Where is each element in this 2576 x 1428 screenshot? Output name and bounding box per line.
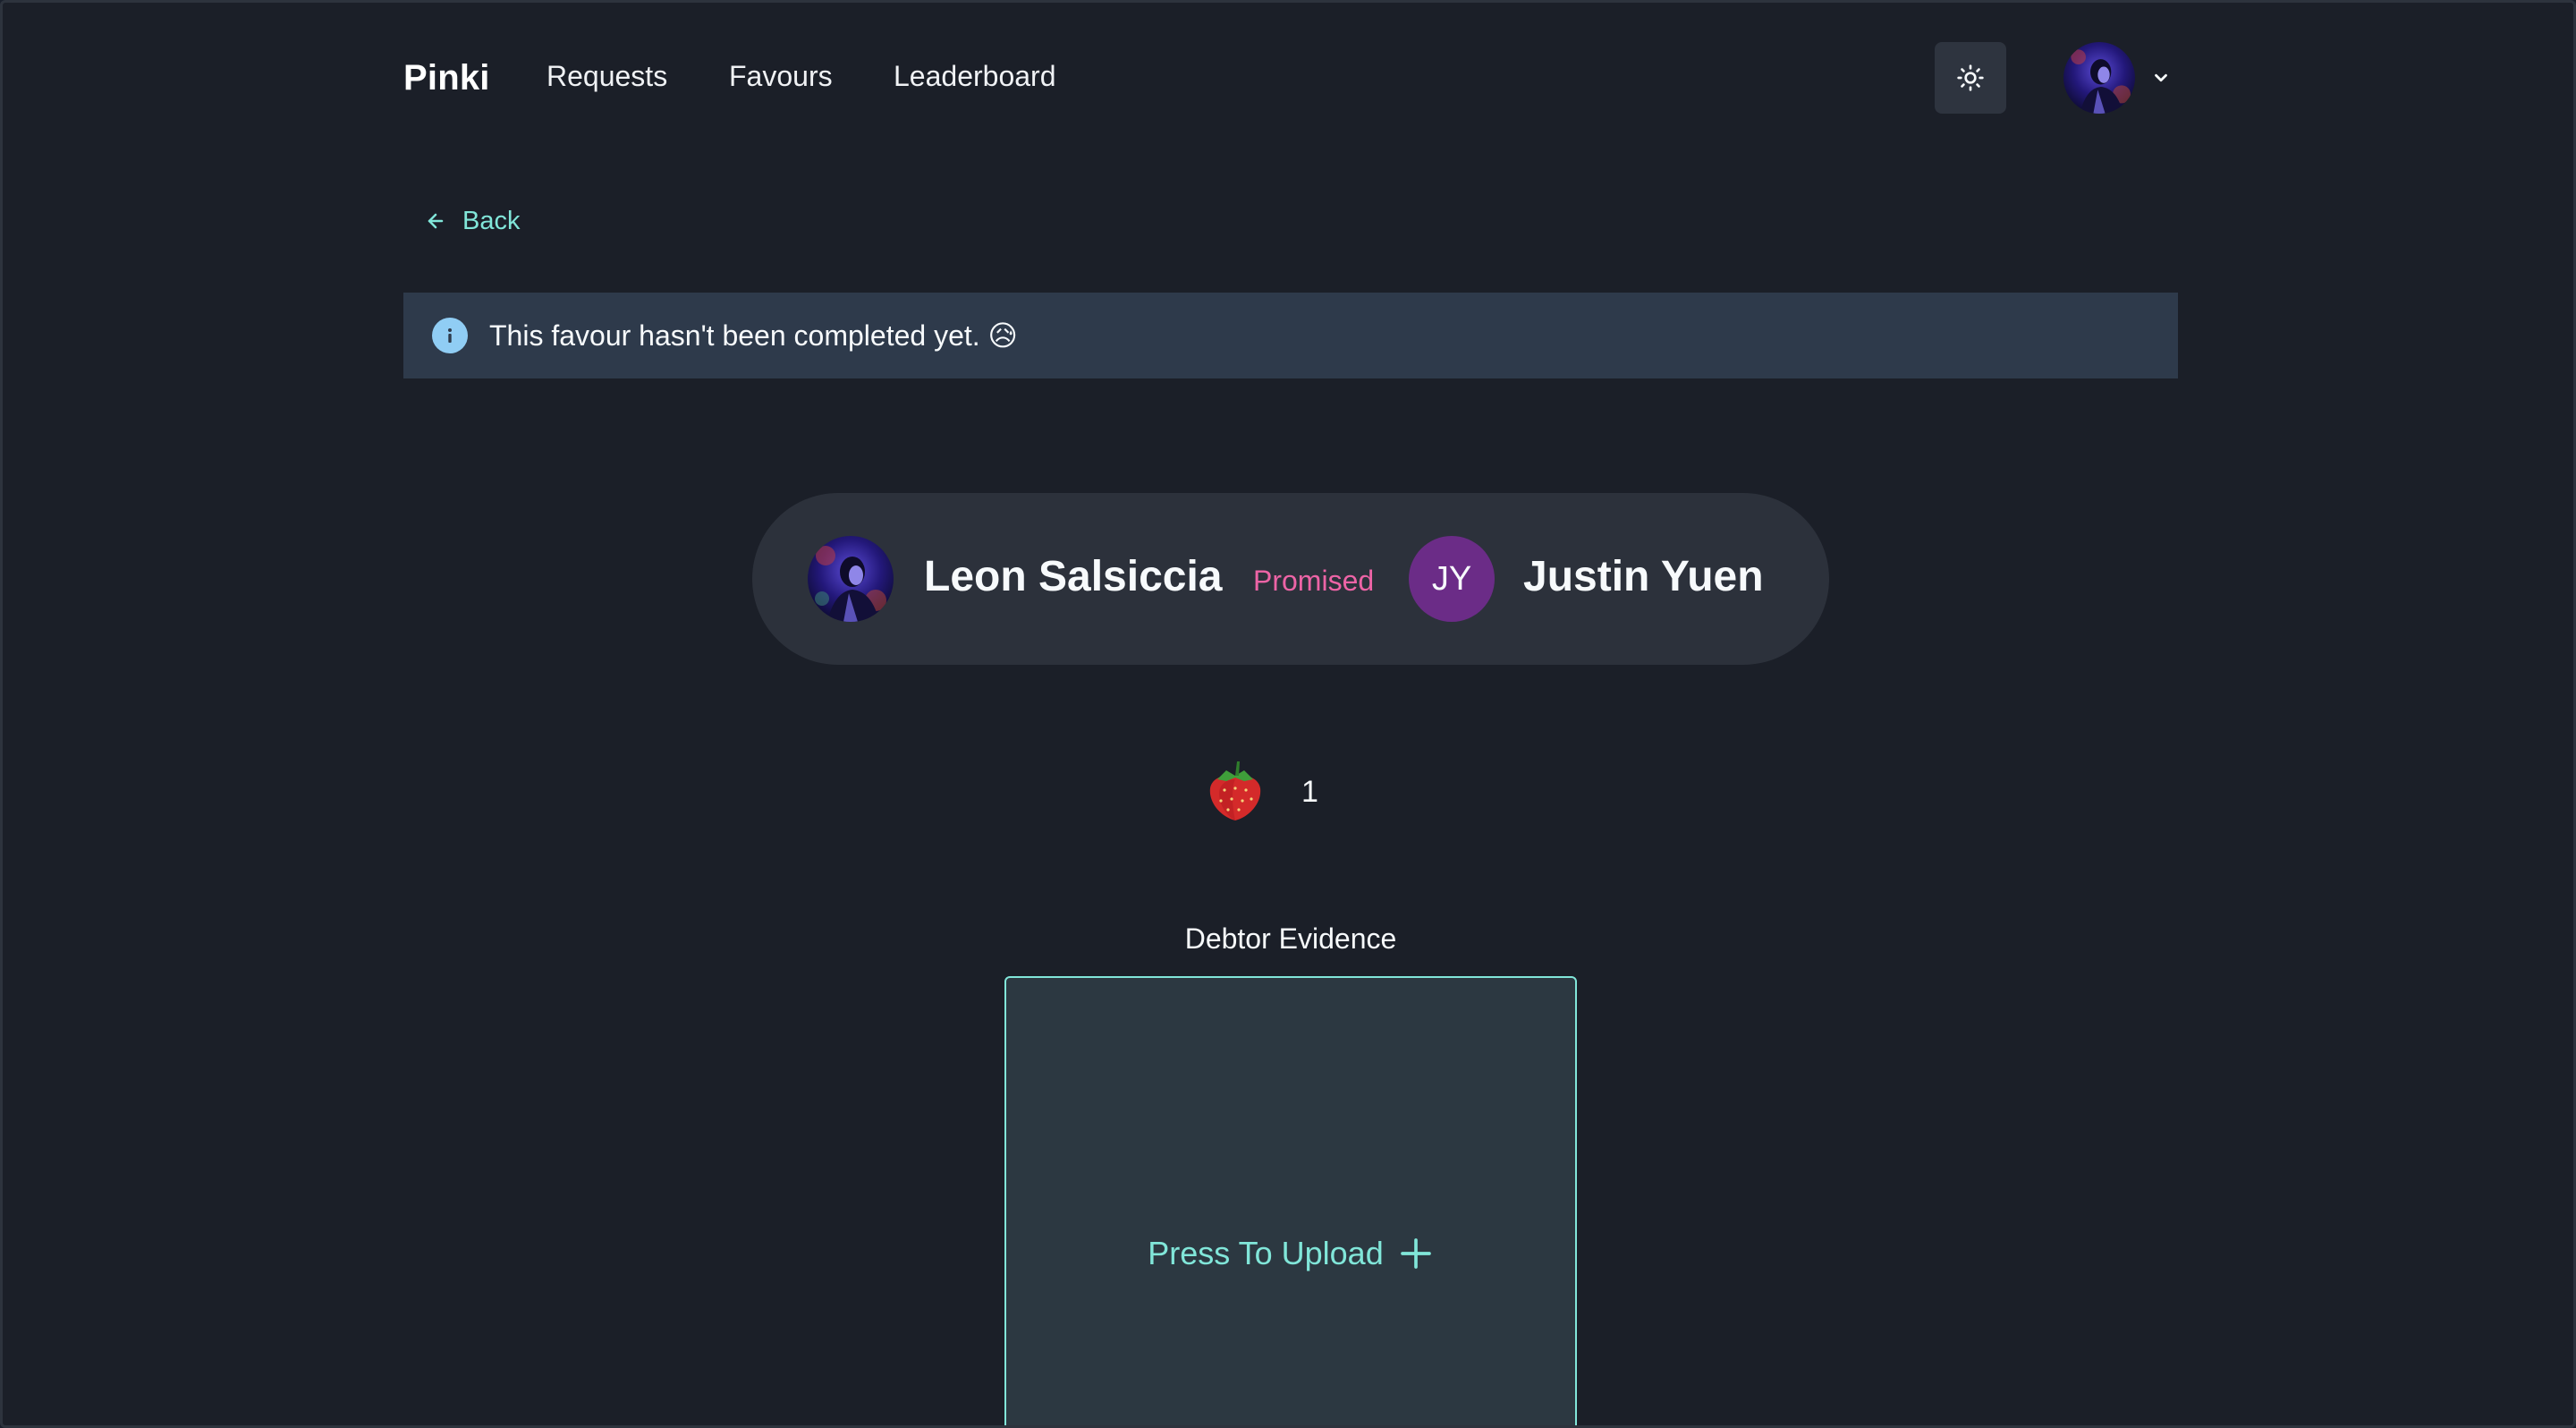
creditor-name[interactable]: Justin Yuen (1523, 552, 1764, 601)
sun-icon (1957, 64, 1984, 91)
evidence-heading: Debtor Evidence (1184, 922, 1397, 955)
brand-logo[interactable]: Pinki (403, 58, 490, 98)
evidence-upload-dropzone[interactable]: Press To Upload (1004, 976, 1577, 1425)
debtor-name[interactable]: Leon Salsiccia (924, 552, 1223, 601)
user-avatar (2063, 42, 2135, 114)
strawberry-icon (1209, 761, 1261, 820)
reward-count: 1 (1301, 774, 1318, 809)
app-window: Pinki Requests Favours Leaderboard Back … (0, 0, 2576, 1428)
debtor-avatar[interactable] (808, 536, 894, 622)
upload-label: Press To Upload (1148, 1235, 1433, 1272)
nav-link-requests[interactable]: Requests (547, 60, 667, 93)
creditor-avatar[interactable]: JY (1409, 536, 1495, 622)
theme-toggle-button[interactable] (1935, 42, 2006, 114)
plus-icon (1400, 1238, 1431, 1269)
user-menu-button[interactable] (2063, 42, 2178, 114)
nav-link-leaderboard[interactable]: Leaderboard (894, 60, 1055, 93)
chevron-down-icon (2155, 73, 2167, 82)
arrow-left-icon (428, 213, 444, 229)
nav-link-favours[interactable]: Favours (729, 60, 833, 93)
top-nav: Pinki Requests Favours Leaderboard (403, 42, 2178, 114)
status-badge: Promised (1253, 565, 1375, 597)
info-alert: This favour hasn't been completed yet. 😥 (403, 293, 2178, 378)
reward: 1 (1205, 756, 1318, 828)
back-link[interactable]: Back (425, 203, 520, 239)
favour-parties: Leon Salsiccia Promised JY Justin Yuen (752, 493, 1829, 665)
back-label: Back (462, 206, 521, 235)
upload-text: Press To Upload (1148, 1235, 1384, 1271)
alert-text: This favour hasn't been completed yet. 😥 (489, 319, 1018, 352)
info-icon (432, 318, 468, 353)
